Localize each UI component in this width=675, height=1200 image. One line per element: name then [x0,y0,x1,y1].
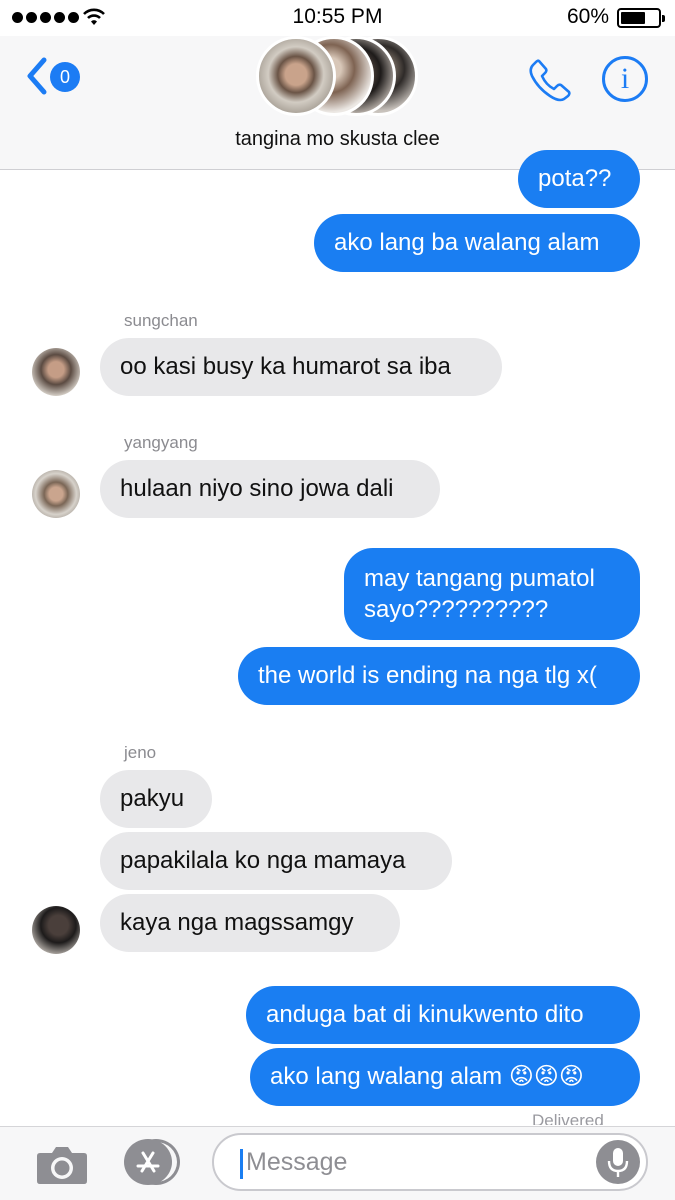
app-store-icon [124,1139,172,1185]
message-bubble-outgoing[interactable]: may tangang pumatol sayo?????????? [344,548,640,640]
status-bar: 10:55 PM 60% [0,0,675,36]
text-caret [240,1149,243,1179]
group-avatar-stack[interactable] [256,36,420,118]
phone-icon[interactable] [526,56,574,104]
message-placeholder: Message [246,1148,348,1176]
avatar [256,36,336,116]
microphone-icon[interactable] [596,1140,640,1184]
avatar[interactable] [32,470,80,518]
battery-icon [617,8,665,28]
message-bubble-incoming[interactable]: oo kasi busy ka humarot sa iba [100,338,502,396]
avatar[interactable] [32,348,80,396]
info-icon[interactable]: i [602,56,648,102]
composer-bar: Message [0,1126,675,1200]
app-store-button[interactable] [124,1139,182,1185]
message-bubble-incoming[interactable]: kaya nga magssamgy [100,894,400,952]
sender-name: yangyang [124,433,198,452]
message-bubble-incoming[interactable]: hulaan niyo sino jowa dali [100,460,440,518]
back-button[interactable]: 0 [24,56,90,96]
battery-percent: 60% [566,5,609,28]
message-bubble-incoming[interactable]: pakyu [100,770,212,828]
unread-count-badge: 0 [50,62,80,92]
chevron-left-icon [27,57,47,95]
message-bubble-outgoing[interactable]: ako lang walang alam 😡😡😡 [250,1048,640,1106]
message-bubble-outgoing[interactable]: pota?? [518,150,640,208]
message-bubble-outgoing[interactable]: ako lang ba walang alam [314,214,640,272]
sender-name: jeno [124,743,157,762]
delivery-status: Delivered [532,1111,604,1125]
sender-name: sungchan [124,311,198,330]
avatar[interactable] [32,906,80,954]
message-input[interactable]: Message [212,1133,648,1191]
message-bubble-incoming[interactable]: papakilala ko nga mamaya [100,832,452,890]
message-bubble-outgoing[interactable]: the world is ending na nga tlg x( [238,647,640,705]
message-bubble-outgoing[interactable]: anduga bat di kinukwento dito [246,986,640,1044]
conversation-title[interactable]: tangina mo skusta clee [0,128,675,151]
camera-icon[interactable] [36,1143,88,1185]
